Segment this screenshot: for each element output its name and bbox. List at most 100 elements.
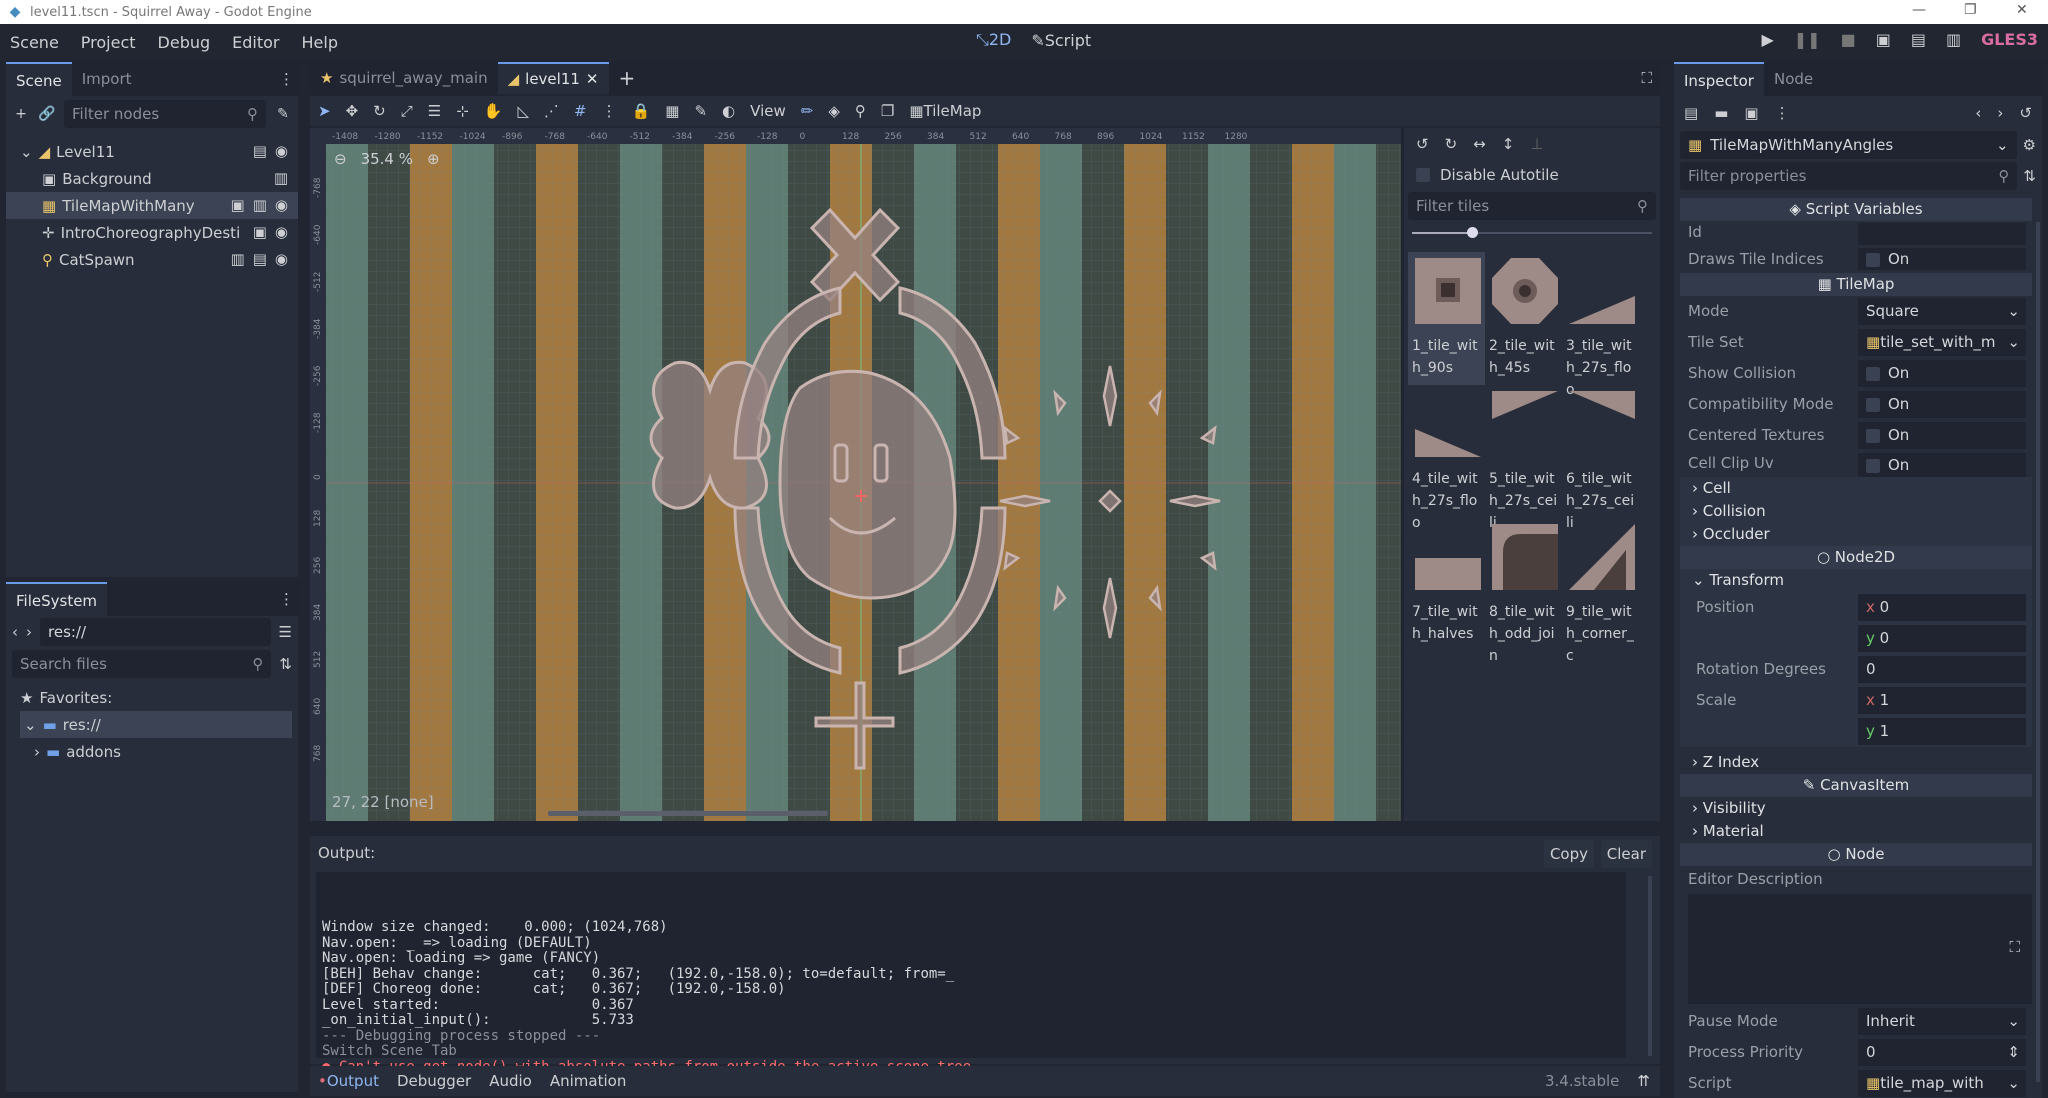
favorites-row[interactable]: ★ Favorites: [6,684,298,711]
editor-description-field[interactable] [1688,894,2032,1004]
tab-filesystem[interactable]: FileSystem [6,582,108,616]
tile-item[interactable]: 3_tile_with_27s_floo [1562,252,1639,398]
group-icon[interactable]: ▦ [665,102,679,120]
menu-project[interactable]: Project [81,33,136,52]
ruler-mode-icon[interactable]: ◺ [517,102,529,120]
clear-transform-icon[interactable]: ⊥ [1530,135,1543,153]
tab-inspector[interactable]: Inspector [1674,62,1764,96]
tab-animation[interactable]: Animation [550,1072,626,1090]
search-files-input[interactable]: Search files ⚲ [12,650,272,678]
expand-icon[interactable]: ⛶ [2009,938,2020,956]
movie-icon[interactable]: ▥ [1946,30,1961,49]
copy-tile-icon[interactable]: ❐ [881,102,894,120]
grid-snap-icon[interactable]: # [574,102,587,120]
pin-panel-icon[interactable]: ⇈ [1637,1072,1650,1090]
tree-node-tilemap[interactable]: ▦ TileMapWithMany ▣ ▥ ◉ [6,192,298,219]
new-resource-icon[interactable]: ▤ [1684,104,1698,122]
pan-mode-icon[interactable]: ✋ [484,102,503,120]
maximize-icon[interactable]: ❐ [1964,2,1977,18]
minimize-icon[interactable]: — [1912,2,1926,18]
renderer-label[interactable]: GLES3 [1981,30,2038,49]
move-mode-icon[interactable]: ✥ [346,102,359,120]
zoom-out-icon[interactable]: ⊖ [334,150,347,168]
section-script-variables[interactable]: ◈ Script Variables [1680,198,2032,221]
group-occluder[interactable]: › Occluder [1680,523,2032,546]
tilemap-canvas[interactable]: -1408 -1280 -1152 -1024 -896 -768 -640 -512 -384… [310,128,1401,821]
play-scene-icon[interactable]: ▣ [1876,30,1891,49]
rotate-mode-icon[interactable]: ↻ [373,102,386,120]
select-mode-icon[interactable]: ➤ [318,102,331,120]
add-tab-icon[interactable]: + [619,66,636,90]
tab-node[interactable]: Node [1764,62,1823,96]
split-mode-icon[interactable]: ☰ [279,623,292,641]
play-custom-icon[interactable]: ▤ [1911,30,1926,49]
scale-mode-icon[interactable]: ⤢ [401,102,413,120]
visibility-eye-icon[interactable]: ◉ [275,223,288,241]
forward-icon[interactable]: › [26,623,32,641]
add-node-icon[interactable]: + [12,105,30,123]
clapper-icon[interactable]: ▥ [274,169,288,187]
history-forward-icon[interactable]: › [1997,104,2003,122]
zoom-label[interactable]: 35.4 % [361,150,413,168]
flip-h-icon[interactable]: ↔ [1473,135,1486,153]
script-icon[interactable]: ▤ [253,142,267,160]
menu-editor[interactable]: Editor [232,33,279,52]
clapper-icon[interactable]: ▥ [253,196,267,214]
menu-scene[interactable]: Scene [10,33,59,52]
res-folder-row[interactable]: ⌄ ▬ res:// [20,711,292,738]
id-field[interactable] [1858,223,2026,245]
group-icon[interactable]: ▣ [253,223,267,241]
list-select-icon[interactable]: ☰ [428,102,441,120]
section-tilemap[interactable]: ▦ TileMap [1680,273,2032,296]
dock-menu-icon[interactable]: ⋮ [279,70,294,88]
history-back-icon[interactable]: ‹ [1975,104,1981,122]
pivot-icon[interactable]: ⊹ [456,102,469,120]
stop-icon[interactable]: ■ [1841,30,1856,49]
section-node2d[interactable]: ○ Node2D [1680,546,2032,569]
copy-button[interactable]: Copy [1543,840,1594,868]
view-menu[interactable]: View [750,102,786,120]
group-collision[interactable]: › Collision [1680,500,2032,523]
tile-item[interactable]: 5_tile_with_27s_ceili [1485,385,1562,531]
lock-icon[interactable]: 🔒 [632,102,651,120]
workspace-2d-button[interactable]: ⤡2D [976,30,1011,50]
camera-icon[interactable]: ◐ [722,102,735,120]
group-cell[interactable]: › Cell [1680,477,2032,500]
tile-item[interactable]: 4_tile_with_27s_floo [1408,385,1485,531]
close-icon[interactable]: ✕ [2016,2,2028,18]
workspace-script-button[interactable]: ✎Script [1031,31,1091,50]
tree-node-level11[interactable]: ⌄ ◢ Level11 ▤ ◉ [6,138,298,165]
paint-tile-icon[interactable]: ✏ [801,102,814,120]
scene-tab-level11[interactable]: ◢ level11 ✕ [497,62,609,96]
history-icon[interactable]: ↺ [2019,104,2032,122]
menu-debug[interactable]: Debug [158,33,211,52]
tile-item[interactable]: 1_tile_with_90s [1408,252,1485,385]
visibility-eye-icon[interactable]: ◉ [275,142,288,160]
close-tab-icon[interactable]: ✕ [586,62,599,96]
group-zindex[interactable]: › Z Index [1680,751,2032,774]
tile-item[interactable]: 2_tile_with_45s [1485,252,1562,385]
back-icon[interactable]: ‹ [12,623,18,641]
property-settings-icon[interactable]: ⇅ [2023,167,2036,185]
smart-snap-icon[interactable]: ⋰ [544,102,559,120]
tile-size-slider[interactable] [1412,224,1652,242]
tree-node-background[interactable]: ▣ Background ▥ [6,165,298,192]
tree-node-intro[interactable]: ✛ IntroChoreographyDesti ▣ ◉ [6,219,298,246]
object-props-icon[interactable]: ⚙ [2023,136,2036,154]
section-node[interactable]: ○ Node [1680,843,2032,866]
visibility-eye-icon[interactable]: ◉ [275,250,288,268]
snap-options-icon[interactable]: ⋮ [602,102,617,120]
script-attach-icon[interactable]: ✎ [274,105,292,123]
clear-button[interactable]: Clear [1600,840,1652,868]
group-material[interactable]: › Material [1680,820,2032,843]
zoom-in-icon[interactable]: ⊕ [427,150,440,168]
tab-import[interactable]: Import [72,62,142,96]
tileset-picker[interactable]: ▦ tile_set_with_m ⌄ [1858,329,2026,356]
fs-path-input[interactable]: res:// [40,618,271,646]
inspector-scrollbar[interactable] [2036,222,2040,1082]
group-visibility[interactable]: › Visibility [1680,797,2032,820]
flip-v-icon[interactable]: ↕ [1502,135,1515,153]
clapper-icon[interactable]: ▥ [231,250,245,268]
scene-tab-main[interactable]: ★ squirrel_away_main [310,62,498,94]
rotate-left-icon[interactable]: ↺ [1416,135,1429,153]
